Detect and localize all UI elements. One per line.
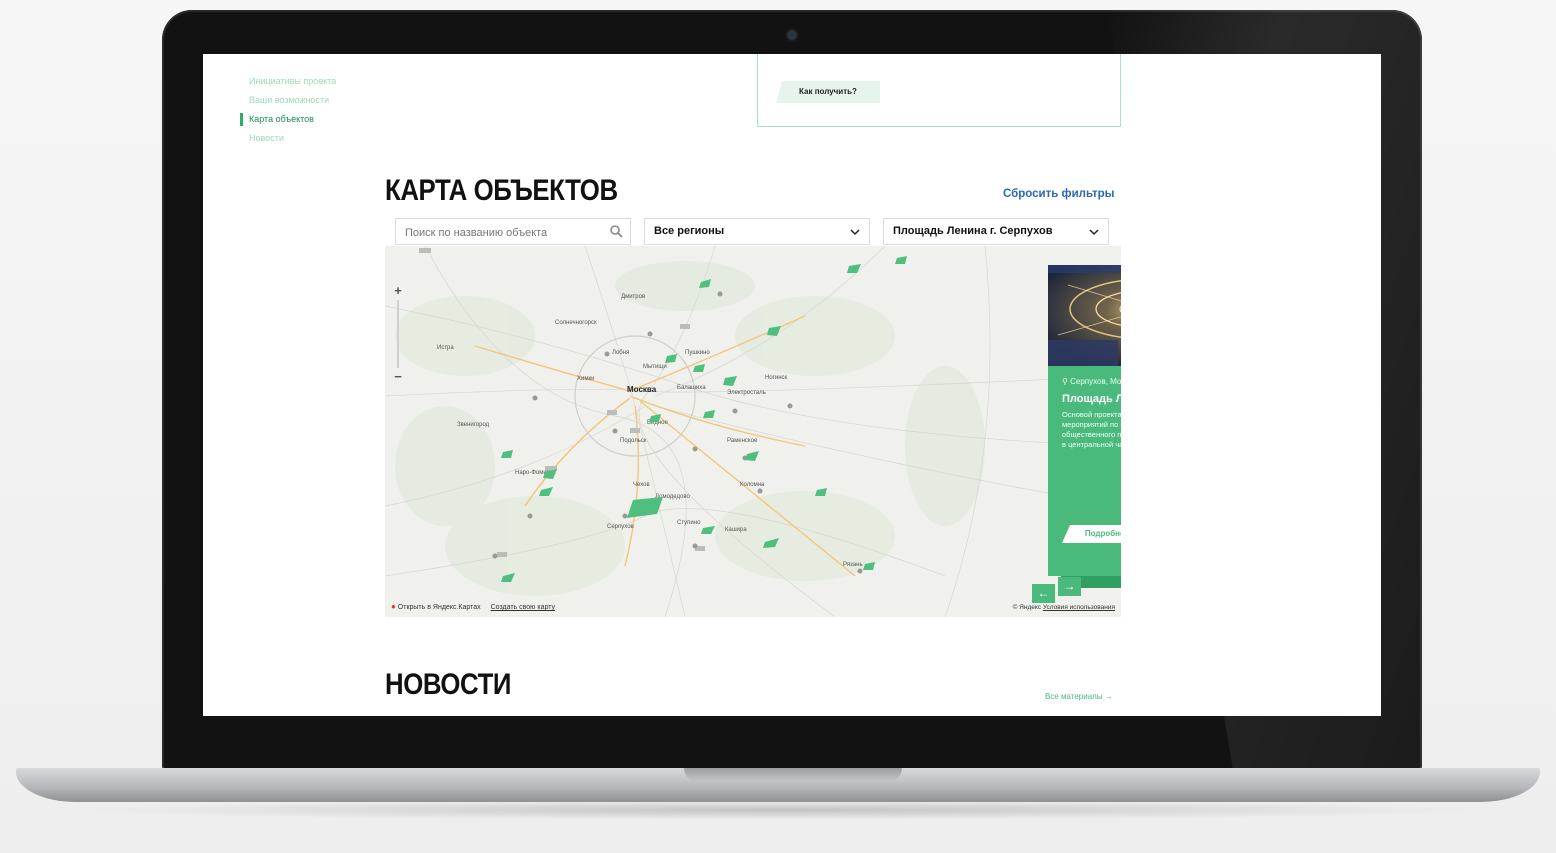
map-label: Ступино (677, 520, 701, 526)
location-pin-icon: ⚲ (1062, 377, 1068, 386)
map-label: Пушкино (685, 350, 710, 356)
region-select[interactable]: Все регионы (644, 218, 870, 245)
map-label: Солнечногорск (555, 320, 597, 326)
object-location-text: Серпухов, Московская область (1070, 377, 1121, 386)
map-label: Ногинск (765, 375, 788, 381)
map-label: Кашира (725, 527, 747, 533)
map-label: Звенигород (457, 422, 490, 428)
region-select-value: Все регионы (654, 225, 725, 237)
news-section-title: НОВОСТИ (385, 668, 512, 701)
map-footer: ● Открыть в Яндекс.Картах Создать свою к… (391, 602, 555, 611)
side-nav-item-news[interactable]: Новости (240, 129, 336, 148)
create-map-link[interactable]: Создать свою карту (491, 604, 555, 611)
map-label: Чехов (633, 482, 650, 488)
map-label: Химки (577, 376, 594, 382)
map-label: Серпухов (607, 524, 634, 530)
reset-filters-link[interactable]: Сбросить фильтры (1003, 188, 1115, 200)
all-materials-link[interactable]: Все материалы → (1045, 692, 1113, 701)
map-label: Мытищи (643, 364, 667, 370)
map-label: Рязань (843, 562, 863, 568)
map-label: Лобня (612, 350, 629, 356)
how-to-get-button[interactable]: Как получить? (776, 81, 880, 103)
prev-arrow-button[interactable]: ← (1032, 584, 1055, 603)
object-photo (1048, 265, 1121, 366)
map-label: Балашиха (677, 385, 706, 391)
laptop-notch (684, 768, 902, 782)
object-description: Основой проекта являлось выполнение меро… (1062, 410, 1121, 449)
zoom-out-button[interactable]: − (391, 370, 405, 384)
open-yandex-link[interactable]: Открыть в Яндекс.Картах (398, 604, 481, 611)
map-canvas[interactable]: Москва Серпухов Балашиха Подольск Электр… (385, 246, 1121, 617)
zoom-control: + − (391, 284, 405, 384)
map-label: Истра (437, 345, 454, 351)
camera-icon (787, 30, 797, 40)
object-card: ⚲ Серпухов, Московская область Площадь Л… (1048, 265, 1121, 576)
object-title: Площадь Ленина г. Серпухов (1062, 393, 1121, 405)
map-section-title: КАРТА ОБЪЕКТОВ (385, 174, 618, 207)
object-location: ⚲ Серпухов, Московская область (1062, 377, 1121, 386)
yandex-copyright: © Яндекс (1012, 604, 1042, 611)
map-label: Дмитров (621, 294, 645, 300)
side-nav-item-opportunities[interactable]: Ваши возможности (240, 91, 336, 110)
search-icon[interactable] (609, 224, 623, 238)
details-button[interactable]: Подробнее → (1062, 525, 1121, 543)
object-select[interactable]: Площадь Ленина г. Серпухов (883, 218, 1109, 245)
map-copyright: © Яндекс Условия использования (1013, 604, 1115, 611)
map-label: Раменское (727, 438, 758, 444)
laptop-shadow (60, 800, 1500, 820)
search-input[interactable] (396, 219, 607, 246)
chevron-down-icon (850, 229, 860, 236)
info-box: Как получить? (757, 54, 1121, 127)
side-navigation: Инициативы проекта Ваши возможности Карт… (240, 72, 336, 148)
side-nav-item-objects-map[interactable]: Карта объектов (240, 110, 336, 129)
search-field[interactable] (395, 218, 631, 246)
map-label: Подольск (620, 438, 647, 444)
next-arrow-button[interactable]: → (1058, 577, 1081, 596)
zoom-slider[interactable] (397, 300, 399, 368)
map-label: Коломна (740, 482, 765, 488)
objects-map[interactable]: Москва Серпухов Балашиха Подольск Электр… (385, 246, 1121, 617)
browser-screen: Инициативы проекта Ваши возможности Карт… (203, 54, 1381, 716)
zoom-in-button[interactable]: + (391, 284, 405, 298)
map-label: Москва (627, 385, 657, 394)
object-select-value: Площадь Ленина г. Серпухов (893, 225, 1053, 237)
chevron-down-icon (1089, 229, 1099, 236)
map-label: Электросталь (727, 390, 766, 396)
side-nav-item-initiatives[interactable]: Инициативы проекта (240, 72, 336, 91)
terms-link[interactable]: Условия использования (1043, 604, 1115, 611)
yandex-pin-icon: ● (391, 602, 396, 611)
